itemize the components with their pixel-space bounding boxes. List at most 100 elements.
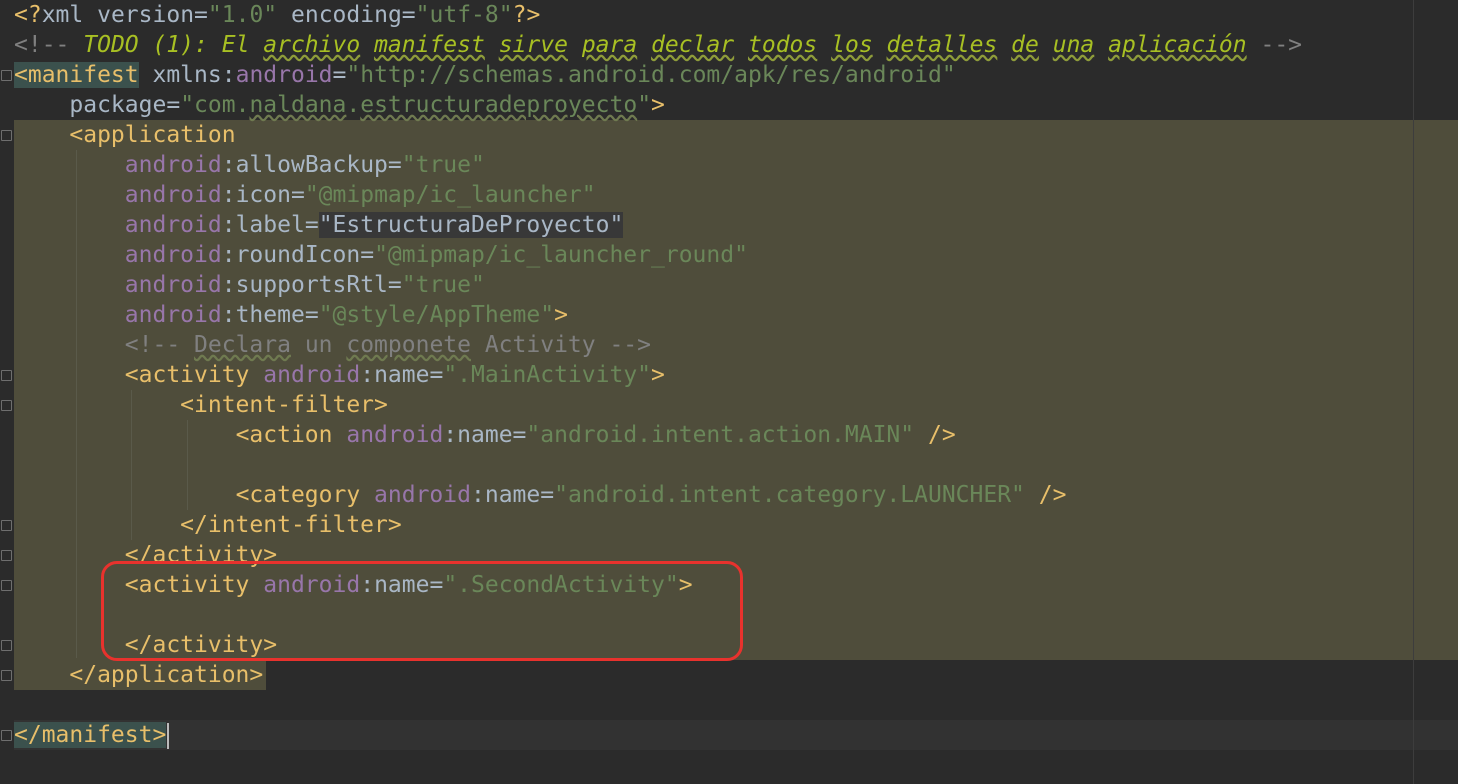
fold-icon[interactable] — [1, 730, 12, 741]
code-line-3[interactable]: <manifest xmlns:android="http://schemas.… — [14, 60, 956, 90]
attr-value-selected: "EstructuraDeProyecto" — [318, 212, 624, 238]
todo-space — [637, 32, 651, 58]
todo-word: una — [1052, 32, 1095, 58]
todo-space — [568, 32, 582, 58]
tag-close: > — [374, 392, 388, 418]
code-line-12[interactable]: <!-- Declara un componete Activity --> — [14, 330, 651, 360]
current-line-highlight — [14, 720, 1458, 750]
todo-word: detalles — [886, 32, 998, 58]
code-editor[interactable]: <?xml version="1.0" encoding="utf-8"?> <… — [0, 0, 1458, 784]
fold-icon[interactable] — [1, 400, 12, 411]
attr-namespace: android — [124, 212, 222, 238]
comment-text: un — [290, 332, 347, 358]
attr-name: allowBackup — [235, 152, 388, 178]
todo-word: archivo — [263, 32, 361, 58]
comment-word: Declara — [194, 332, 291, 358]
attr-value-word: estructuradeproyecto — [360, 92, 638, 118]
attr-value: "android.intent.action.MAIN" — [526, 422, 915, 448]
fold-icon[interactable] — [1, 580, 12, 591]
attr-value: ".MainActivity" — [443, 362, 652, 388]
attr-name: theme — [235, 302, 305, 328]
todo-word: de — [1011, 32, 1039, 58]
todo-word: aplicación — [1108, 32, 1247, 58]
code-line-17[interactable]: <category android:name="android.intent.c… — [14, 480, 1067, 510]
todo-word: manifest — [374, 32, 485, 58]
manifest-close-tag: </manifest> — [14, 722, 167, 748]
code-line-18[interactable]: </intent-filter> — [14, 510, 402, 540]
todo-word: sirve — [498, 32, 568, 58]
todo-word: todos — [748, 32, 818, 58]
attr-name: package — [69, 92, 167, 118]
attr-value: "http://schemas.android.com/apk/res/andr… — [346, 62, 956, 88]
fold-icon[interactable] — [1, 70, 12, 81]
code-line-14[interactable]: <intent-filter> — [14, 390, 388, 420]
tag-close: /> — [914, 422, 956, 448]
code-line-2[interactable]: <!-- TODO (1): El archivo manifest sirve… — [14, 30, 1302, 60]
comment-text: Activity — [470, 332, 596, 358]
todo-word: los — [831, 32, 873, 58]
text-caret — [167, 722, 170, 749]
comment-open: <!-- — [14, 32, 84, 58]
attr-namespace: android — [124, 182, 222, 208]
todo-space — [485, 32, 499, 58]
attr-value: "@mipmap/ic_launcher_round" — [374, 242, 748, 268]
todo-space — [360, 32, 374, 58]
activity-open-tag: <activity — [124, 362, 250, 388]
todo-space — [997, 32, 1011, 58]
todo-space — [873, 32, 887, 58]
code-line-6[interactable]: android:allowBackup="true" — [14, 150, 485, 180]
xml-decl-close: ?> — [512, 2, 541, 28]
code-line-7[interactable]: android:icon="@mipmap/ic_launcher" — [14, 180, 596, 210]
code-line-10[interactable]: android:supportsRtl="true" — [14, 270, 485, 300]
manifest-open-tag: <manifest — [14, 62, 139, 88]
attr-name: version — [97, 2, 195, 28]
application-close-tag: </application> — [69, 662, 264, 688]
code-line-15[interactable]: <action android:name="android.intent.act… — [14, 420, 956, 450]
attr-namespace: android — [124, 272, 222, 298]
attr-value: " — [637, 92, 652, 118]
fold-icon[interactable] — [1, 640, 12, 651]
code-line-5[interactable]: <application — [14, 120, 236, 150]
fold-icon[interactable] — [1, 550, 12, 561]
code-line-25[interactable]: </manifest> — [14, 720, 170, 750]
attr-value: "android.intent.category.LAUNCHER" — [554, 482, 1025, 508]
highlight-annotation-box — [101, 561, 743, 661]
code-line-8[interactable]: android:label="EstructuraDeProyecto" — [14, 210, 624, 240]
attr-namespace: android — [124, 242, 222, 268]
fold-icon[interactable] — [1, 130, 12, 141]
code-line-9[interactable]: android:roundIcon="@mipmap/ic_launcher_r… — [14, 240, 748, 270]
code-line-1[interactable]: <?xml version="1.0" encoding="utf-8"?> — [14, 0, 540, 30]
intent-filter-open-tag: <intent-filter — [180, 392, 375, 418]
xml-decl-open: <? — [14, 2, 42, 28]
attr-name: name — [374, 362, 430, 388]
fold-icon[interactable] — [1, 370, 12, 381]
attr-namespace: android — [124, 302, 222, 328]
attr-value: "com. — [180, 92, 250, 118]
attr-name: name — [457, 422, 513, 448]
code-line-11[interactable]: android:theme="@style/AppTheme"> — [14, 300, 568, 330]
attr-name: xmlns — [152, 62, 222, 88]
tag-close: > — [651, 92, 665, 118]
fold-icon[interactable] — [1, 520, 12, 531]
application-open-tag: <application — [69, 122, 236, 148]
attr-name: roundIcon — [235, 242, 361, 268]
comment-close: --> — [595, 332, 651, 358]
action-tag: <action — [235, 422, 333, 448]
fold-icon[interactable] — [1, 670, 12, 681]
code-line-4[interactable]: package="com.naldana.estructuradeproyect… — [14, 90, 665, 120]
code-line-23[interactable]: </application> — [14, 660, 263, 690]
attr-namespace: android — [235, 62, 333, 88]
attr-value: "@style/AppTheme" — [318, 302, 555, 328]
tag-close: > — [554, 302, 568, 328]
comment-close: --> — [1246, 32, 1303, 58]
attr-value: "@mipmap/ic_launcher" — [304, 182, 596, 208]
attr-namespace: android — [346, 422, 444, 448]
todo-space — [1094, 32, 1108, 58]
category-tag: <category — [235, 482, 361, 508]
fold-gutter[interactable] — [0, 0, 14, 784]
attr-name: encoding — [291, 2, 402, 28]
attr-value-word: naldana — [249, 92, 347, 118]
todo-word: para — [581, 32, 638, 58]
todo-space — [817, 32, 831, 58]
code-line-13[interactable]: <activity android:name=".MainActivity"> — [14, 360, 665, 390]
